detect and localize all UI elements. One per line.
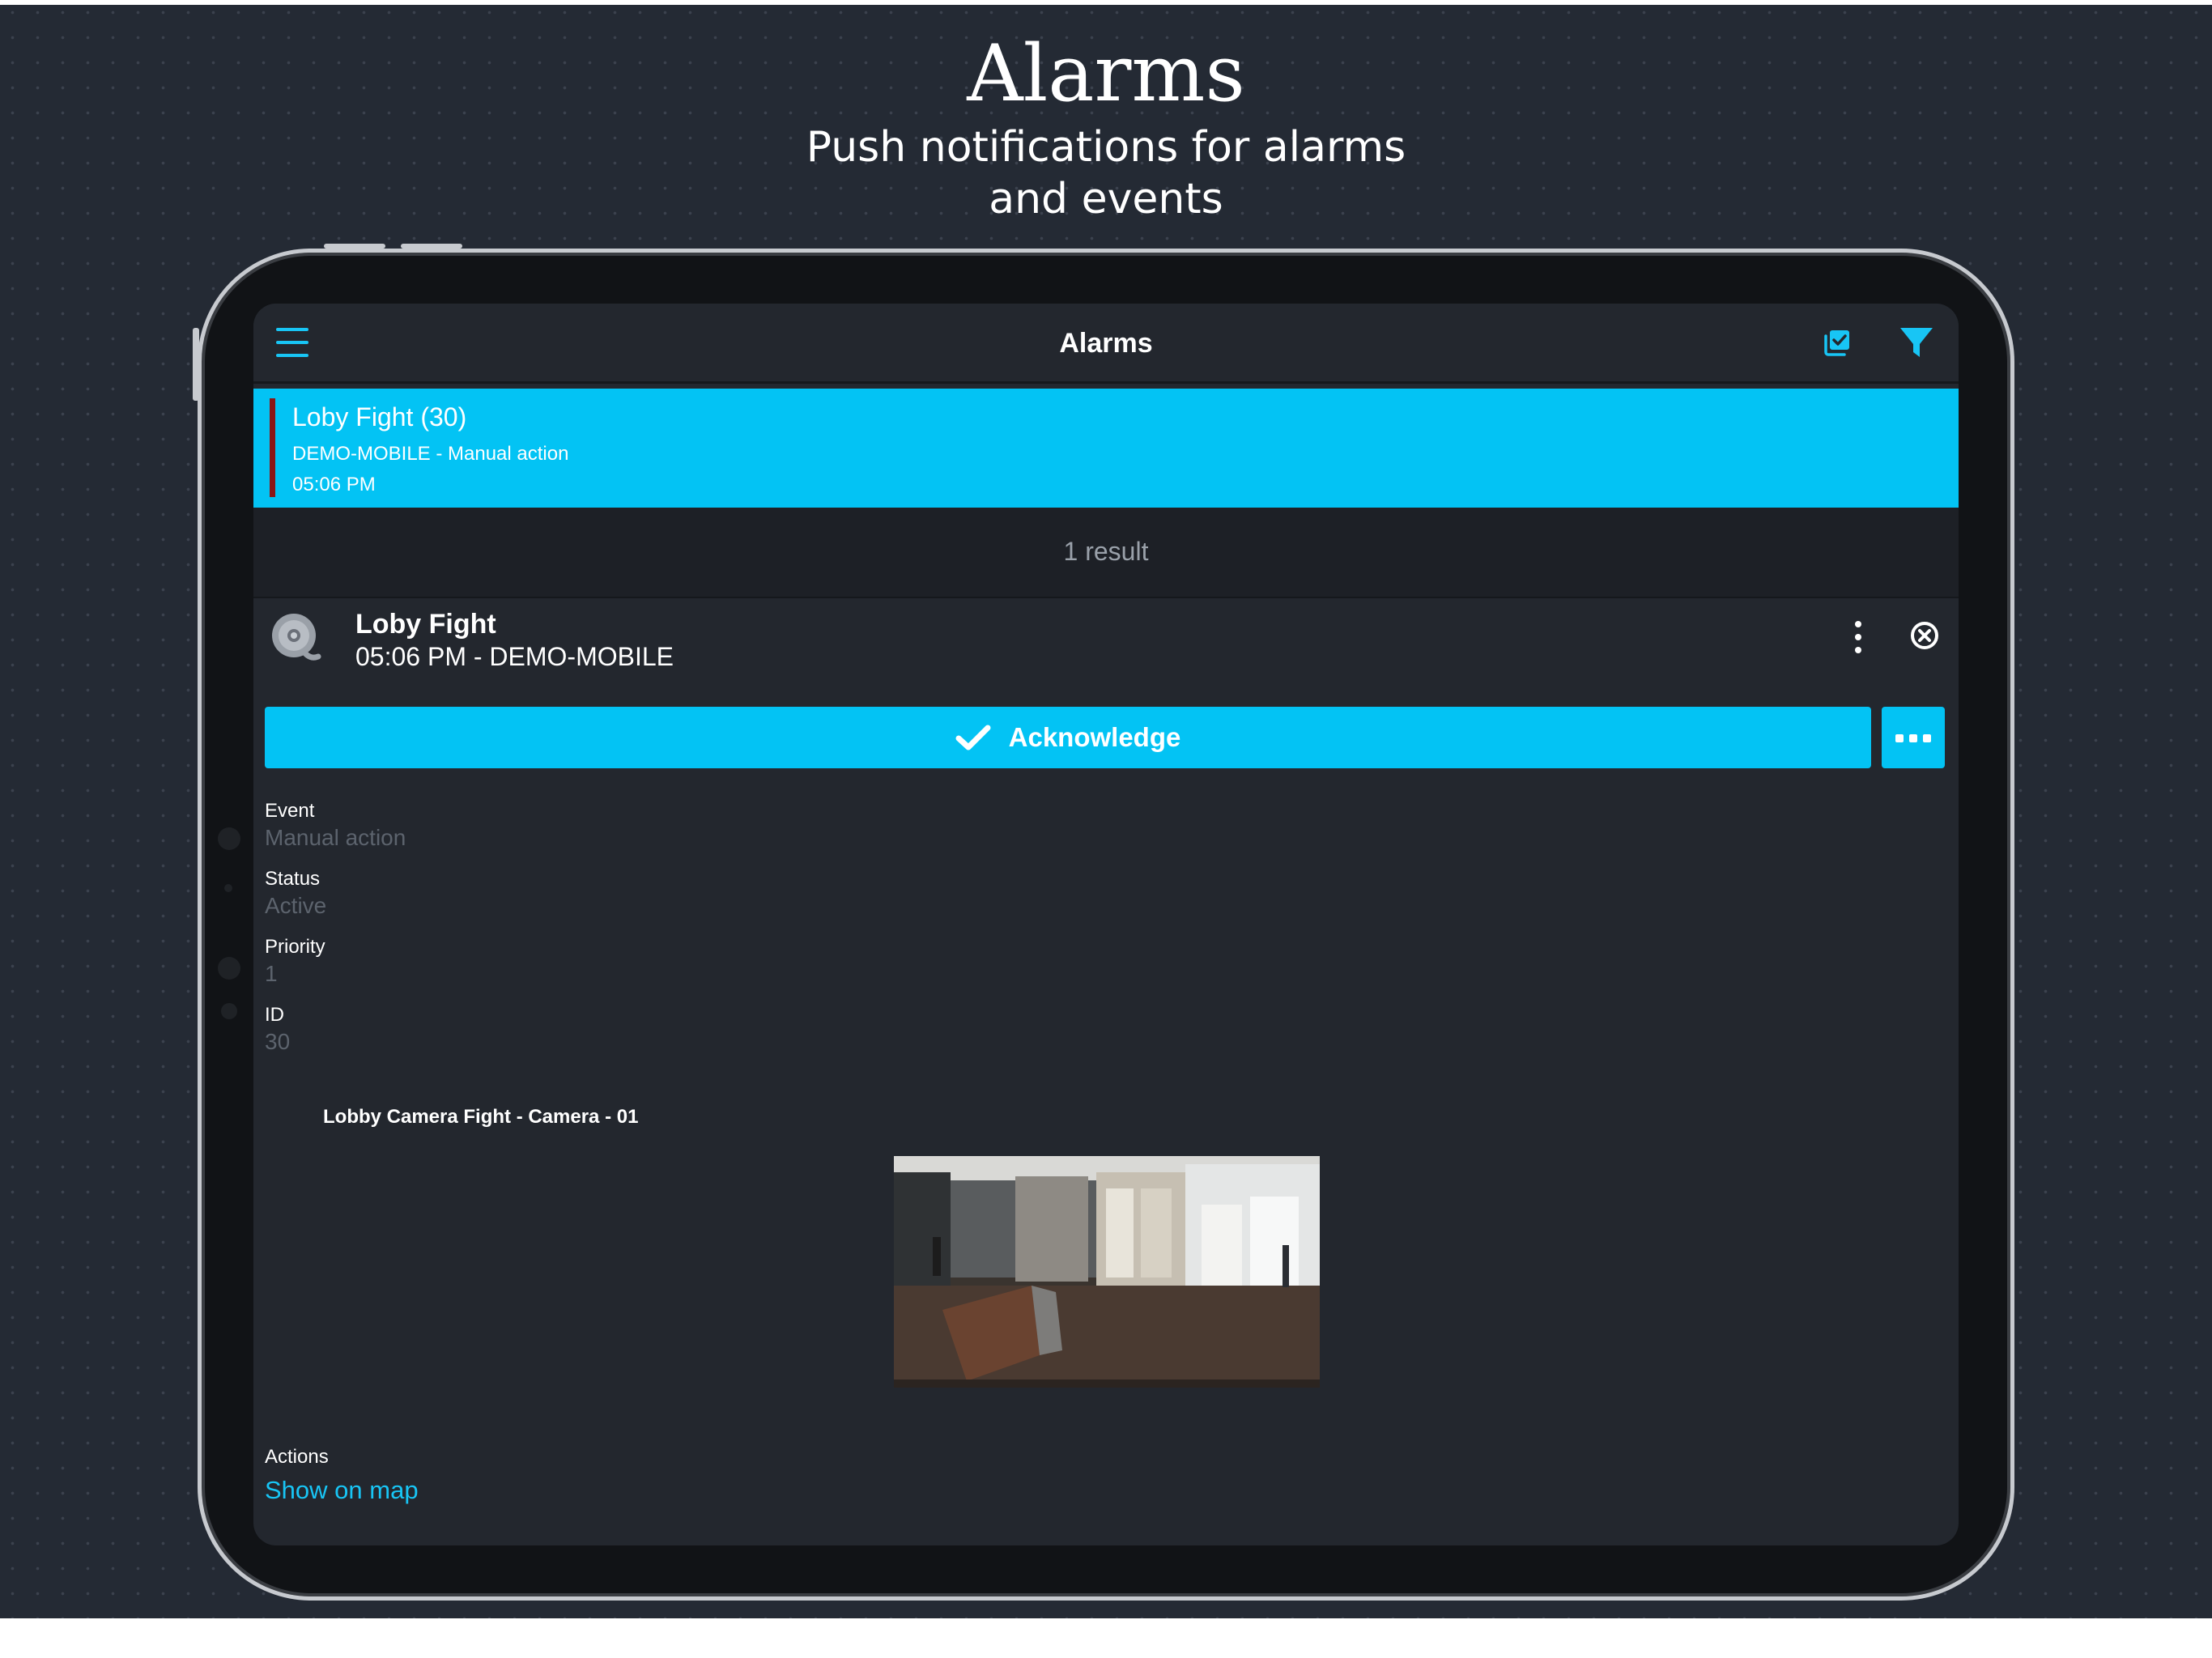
actions-label: Actions xyxy=(265,1446,329,1468)
top-edge xyxy=(0,0,2212,5)
alarm-bell-icon xyxy=(266,610,325,668)
camera-snapshot[interactable] xyxy=(894,1156,1320,1388)
hamburger-menu-icon[interactable] xyxy=(276,326,308,359)
acknowledge-button[interactable]: Acknowledge xyxy=(265,707,1871,768)
camera-dot xyxy=(224,884,232,892)
checkbox-select-icon[interactable] xyxy=(1818,323,1857,362)
camera-dot xyxy=(218,957,240,980)
alarm-detail-title: Loby Fight xyxy=(355,609,496,640)
alarm-list-item[interactable]: Loby Fight (30) DEMO-MOBILE - Manual act… xyxy=(253,389,1959,508)
promo-subline-line-1: Push notifications for alarms xyxy=(806,123,1406,172)
id-value: 30 xyxy=(265,1029,291,1054)
bottom-edge xyxy=(0,1618,2212,1658)
alarm-detail-subtitle: 05:06 PM - DEMO-MOBILE xyxy=(355,642,674,671)
alarm-item-subtitle: DEMO-MOBILE - Manual action xyxy=(292,443,569,465)
event-label: Event xyxy=(265,800,315,822)
priority-label: Priority xyxy=(265,936,325,958)
filter-funnel-icon[interactable] xyxy=(1897,323,1936,362)
promo-subline: Push notifications for alarms and events xyxy=(782,121,1430,225)
camera-dot xyxy=(218,827,240,850)
alarm-item-time: 05:06 PM xyxy=(292,474,376,495)
promo-subline-line-2: and events xyxy=(989,175,1223,223)
priority-indicator xyxy=(270,398,275,497)
app-screen: Alarms Loby Fight (30) DEMO-MOBILE - Man… xyxy=(253,304,1959,1545)
status-label: Status xyxy=(265,868,321,890)
app-top-bar: Alarms xyxy=(253,304,1959,384)
show-on-map-link[interactable]: Show on map xyxy=(265,1475,419,1506)
more-options-icon[interactable] xyxy=(1851,619,1865,655)
promo-headline: Alarms xyxy=(967,28,1245,119)
event-value: Manual action xyxy=(265,825,406,850)
alarm-item-title: Loby Fight (30) xyxy=(292,402,467,432)
status-value: Active xyxy=(265,893,327,918)
camera-dot xyxy=(221,1003,237,1019)
checkmark-icon xyxy=(955,725,991,750)
close-icon[interactable] xyxy=(1908,619,1941,652)
acknowledge-label: Acknowledge xyxy=(1008,722,1181,752)
id-label: ID xyxy=(265,1004,284,1026)
acknowledge-button-content: Acknowledge xyxy=(265,707,1871,768)
result-count: 1 result xyxy=(1063,537,1149,566)
results-summary: 1 result xyxy=(253,508,1959,598)
camera-title: Lobby Camera Fight - Camera - 01 xyxy=(323,1106,639,1128)
page-title: Alarms xyxy=(1059,328,1153,359)
priority-value: 1 xyxy=(265,961,278,986)
more-actions-button[interactable] xyxy=(1882,707,1945,768)
